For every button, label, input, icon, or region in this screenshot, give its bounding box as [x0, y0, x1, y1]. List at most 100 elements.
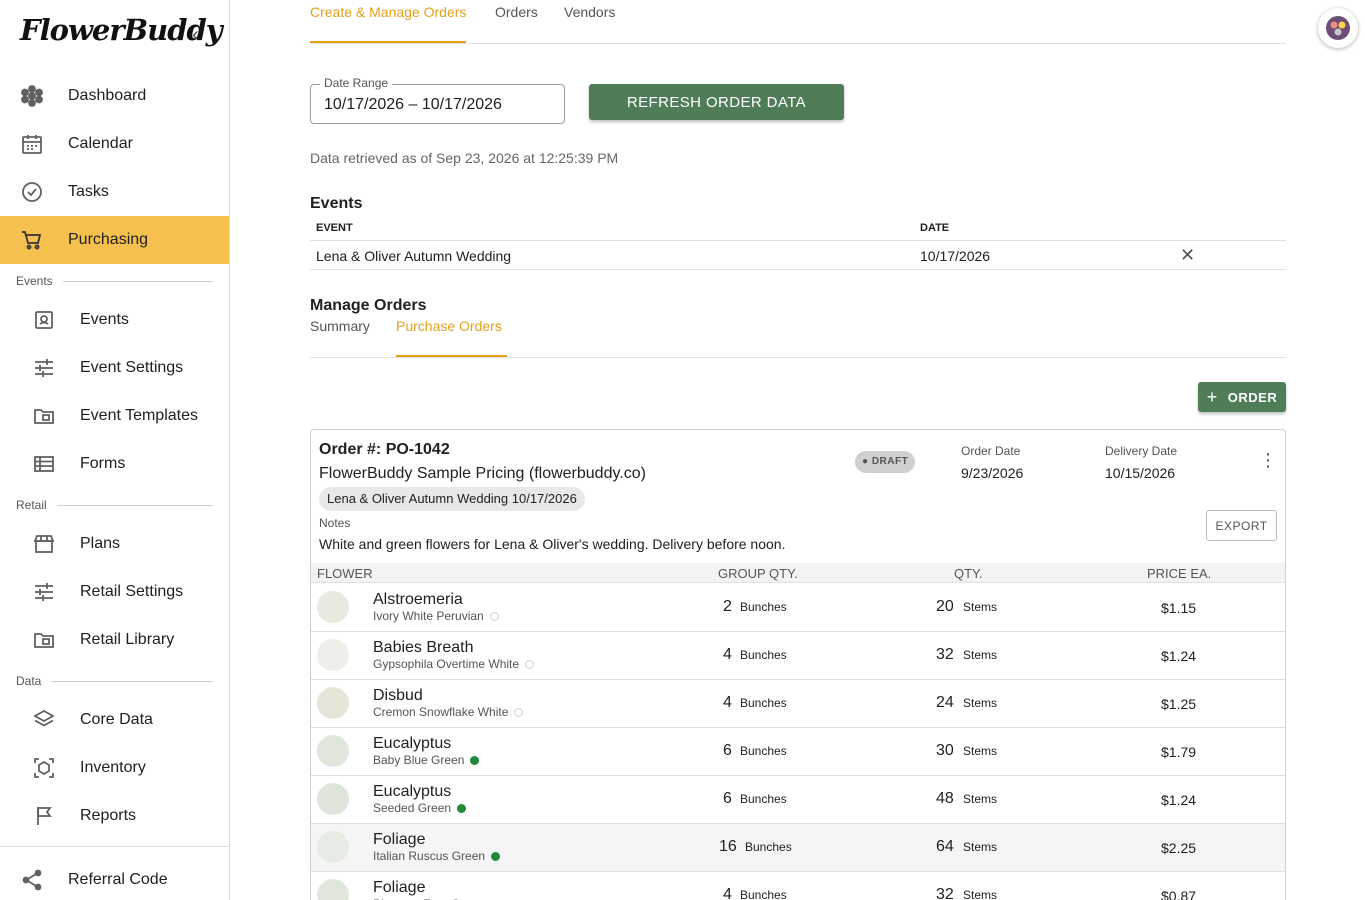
flower-variety: Seeded Green [373, 801, 467, 815]
variety-text: Ivory White Peruvian [373, 609, 484, 623]
main-content: Create & Manage Orders Orders Vendors Da… [230, 0, 1365, 900]
qty-unit: Stems [963, 696, 998, 710]
flower-thumbnail [317, 831, 349, 863]
avatar-icon [1326, 16, 1350, 40]
group-unit: Bunches [740, 648, 787, 662]
col-event: EVENT [316, 222, 353, 234]
group-qty: 16 [719, 838, 737, 855]
remove-event-close-icon[interactable]: ✕ [1180, 246, 1195, 264]
sidebar-item-label: Events [80, 311, 129, 328]
collapse-sidebar-icon[interactable]: ‹ [192, 25, 210, 45]
flower-name: Disbud [373, 687, 423, 704]
variety-text: Italian Ruscus Green [373, 849, 486, 863]
table-row[interactable]: Disbud Cremon Snowflake White 4 Bunches 24 St… [311, 680, 1285, 728]
variety-text: Cremon Snowflake White [373, 705, 509, 719]
flower-thumbnail [317, 687, 349, 719]
col-group-qty: GROUP QTY. [718, 566, 798, 581]
sidebar-item-retail-library[interactable]: Retail Library [0, 616, 229, 664]
more-options-icon[interactable]: ⋮ [1259, 450, 1277, 471]
tab-create-manage-orders[interactable]: Create & Manage Orders [310, 4, 467, 43]
sidebar-item-event-settings[interactable]: Event Settings [0, 344, 229, 392]
color-dot-icon [525, 659, 535, 669]
flower-icon [32, 308, 56, 332]
group-qty: 6 [723, 742, 732, 759]
tasks-icon [20, 180, 44, 204]
flower-thumbnail [317, 735, 349, 767]
group-qty: 2 [723, 598, 732, 615]
status-text: DRAFT [871, 456, 909, 467]
flower-name: Alstroemeria [373, 591, 463, 608]
variety-text: Baby Blue Green [373, 753, 465, 767]
tab-summary[interactable]: Summary [310, 318, 370, 357]
cart-icon [20, 228, 44, 252]
sidebar-item-reports[interactable]: Reports [0, 792, 229, 840]
sidebar-item-label: Tasks [68, 183, 109, 200]
sidebar-item-dashboard[interactable]: Dashboard [0, 72, 229, 120]
qty-unit: Stems [963, 840, 998, 854]
table-row[interactable]: Alstroemeria Ivory White Peruvian 2 Bunches… [311, 584, 1285, 632]
account-avatar-button[interactable] [1318, 8, 1358, 48]
tab-orders[interactable]: Orders [495, 4, 538, 43]
qty: 20 [936, 598, 954, 615]
sidebar-item-label: Retail Settings [80, 583, 184, 600]
notes-label: Notes [319, 516, 351, 530]
sidebar-item-tasks[interactable]: Tasks [0, 168, 229, 216]
sidebar-item-events[interactable]: Events [0, 296, 229, 344]
table-row[interactable]: FoliagePlumosa Fern Green4Bunches32Stems… [311, 872, 1285, 900]
sidebar-item-referral-code[interactable]: Referral Code [0, 856, 229, 900]
price-each: $1.24 [1161, 648, 1197, 664]
date-range-value: 10/17/2026 – 10/17/2026 [324, 96, 502, 113]
date-range-field[interactable]: Date Range 10/17/2026 – 10/17/2026 [310, 76, 565, 124]
sidebar-item-label: Event Templates [80, 407, 198, 424]
box-icon [32, 756, 56, 780]
logo-row: FlowerBuddy ‹ [0, 0, 230, 72]
add-order-button[interactable]: + ORDER [1198, 382, 1286, 412]
data-retrieved-text: Data retrieved as of Sep 23, 2026 at 12:… [310, 150, 619, 166]
store-icon [32, 532, 56, 556]
refresh-order-data-button[interactable]: REFRESH ORDER DATA [589, 84, 844, 120]
price-each: $2.25 [1161, 840, 1197, 856]
sidebar-item-forms[interactable]: Forms [0, 440, 229, 488]
share-icon [20, 868, 44, 892]
group-unit: Bunches [740, 888, 787, 900]
events-heading: Events [310, 195, 363, 212]
table-row[interactable]: Eucalyptus Baby Blue Green 6 Bunches 30 Stems… [311, 728, 1285, 776]
table-row[interactable]: Eucalyptus Seeded Green 6 Bunches 48 Stems $1.… [311, 776, 1285, 824]
tab-purchase-orders[interactable]: Purchase Orders [396, 318, 507, 357]
sidebar-item-retail-settings[interactable]: Retail Settings [0, 568, 229, 616]
status-badge: ● DRAFT [855, 451, 916, 473]
flower-name: Foliage [373, 879, 426, 896]
sidebar-item-label: Dashboard [68, 87, 147, 104]
qty-unit: Stems [963, 648, 998, 662]
price-each: $1.24 [1161, 792, 1197, 808]
flower-name: Babies Breath [373, 639, 474, 656]
price-each: $1.25 [1161, 696, 1197, 712]
sidebar-item-calendar[interactable]: Calendar [0, 120, 229, 168]
section-header-retail: Retail [16, 498, 213, 512]
flower-variety: Cremon Snowflake White [373, 705, 524, 719]
calendar-icon [20, 132, 44, 156]
group-unit: Bunches [740, 744, 787, 758]
sidebar-item-core-data[interactable]: Core Data [0, 696, 229, 744]
sidebar-item-label: Reports [80, 807, 137, 824]
export-button[interactable]: EXPORT [1206, 510, 1277, 541]
sidebar-item-label: Plans [80, 535, 121, 552]
sidebar-item-event-templates[interactable]: Event Templates [0, 392, 229, 440]
section-header-events: Events [16, 274, 213, 288]
delivery-date-label: Delivery Date [1105, 444, 1178, 458]
table-row[interactable]: Foliage Italian Ruscus Green 16 Bunches 64 St… [311, 824, 1285, 872]
sidebar-item-inventory[interactable]: Inventory [0, 744, 229, 792]
flower-name: Eucalyptus [373, 783, 452, 800]
flower-variety: Ivory White Peruvian [373, 609, 499, 623]
sidebar-item-purchasing[interactable]: Purchasing [0, 216, 229, 264]
group-qty: 6 [723, 790, 732, 807]
tab-vendors[interactable]: Vendors [564, 4, 615, 43]
group-unit: Bunches [745, 840, 792, 854]
variety-text: Seeded Green [373, 801, 452, 815]
table-row[interactable]: Babies Breath Gypsophila Overtime White 4 B… [311, 632, 1285, 680]
group-unit: Bunches [740, 600, 787, 614]
section-header-data: Data [16, 674, 213, 688]
sidebar-item-plans[interactable]: Plans [0, 520, 229, 568]
price-each: $1.79 [1161, 744, 1197, 760]
flower-variety: Baby Blue Green [373, 753, 480, 767]
